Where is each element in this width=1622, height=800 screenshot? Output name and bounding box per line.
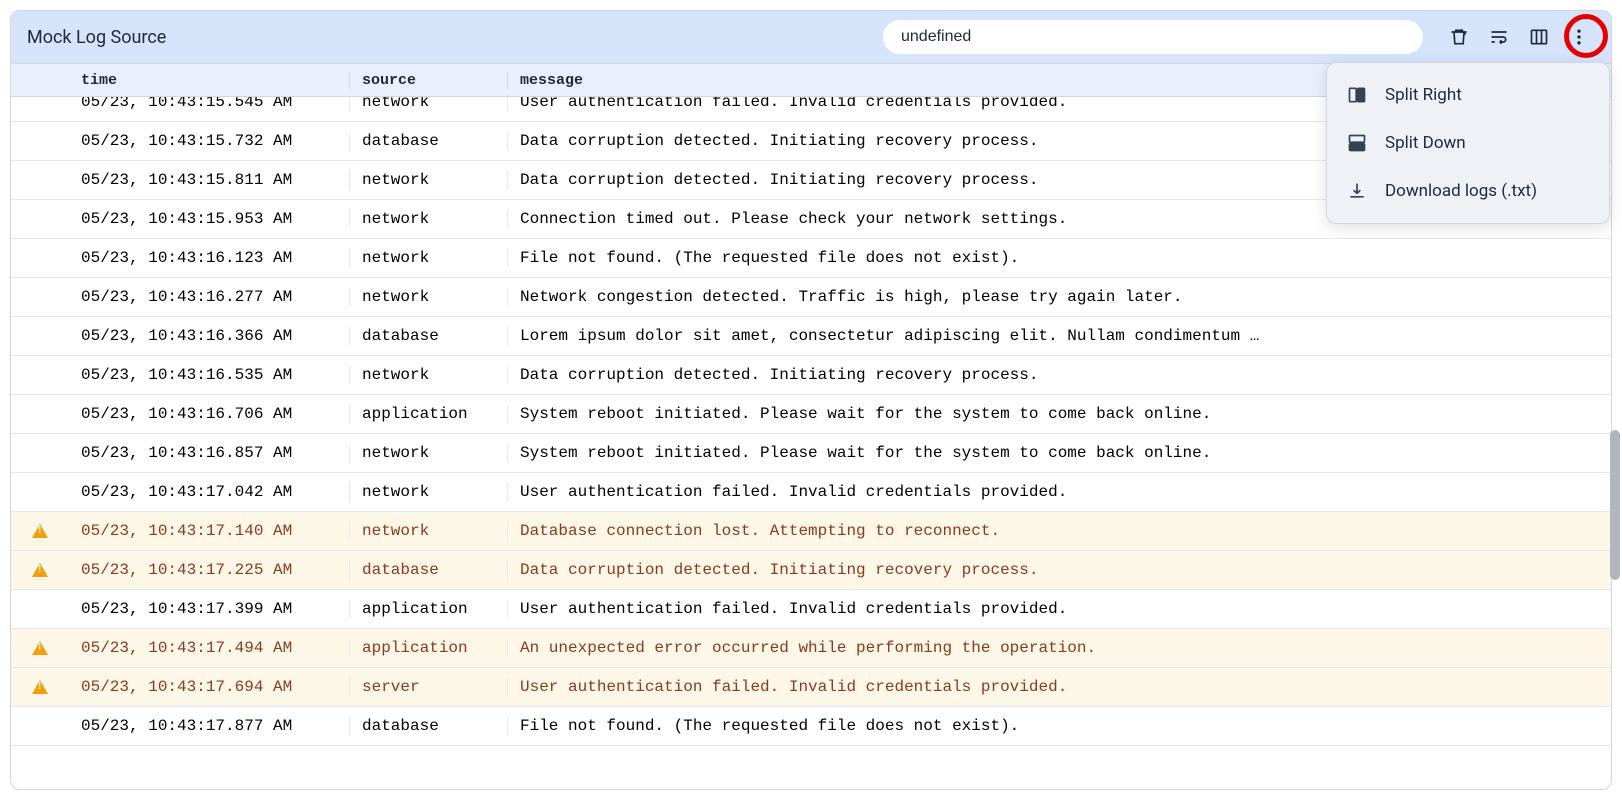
log-row[interactable]: 05/23, 10:43:17.494 AMapplicationAn unex… [11,629,1611,668]
row-source: network [349,210,507,228]
row-time: 05/23, 10:43:15.732 AM [69,132,349,150]
row-source: network [349,522,507,540]
row-source: database [349,327,507,345]
more-icon[interactable] [1563,21,1595,53]
row-time: 05/23, 10:43:17.877 AM [69,717,349,735]
row-message: User authentication failed. Invalid cred… [507,600,1611,618]
row-source: network [349,249,507,267]
row-message: Data corruption detected. Initiating rec… [507,366,1611,384]
menu-download[interactable]: Download logs (.txt) [1327,167,1609,215]
warning-icon [32,641,48,655]
row-source: application [349,405,507,423]
log-row[interactable]: 05/23, 10:43:17.140 AMnetworkDatabase co… [11,512,1611,551]
row-source: database [349,561,507,579]
row-time: 05/23, 10:43:17.494 AM [69,639,349,657]
row-source: network [349,483,507,501]
row-level-icon [11,641,69,655]
row-time: 05/23, 10:43:16.857 AM [69,444,349,462]
row-source: network [349,97,507,111]
warning-icon [32,563,48,577]
row-time: 05/23, 10:43:16.535 AM [69,366,349,384]
columns-icon[interactable] [1523,21,1555,53]
panel-title: Mock Log Source [27,27,166,48]
menu-download-label: Download logs (.txt) [1385,181,1537,201]
more-dropdown: Split Right Split Down Download logs (.t… [1326,62,1610,224]
row-time: 05/23, 10:43:16.277 AM [69,288,349,306]
toolbar [1443,21,1595,53]
log-row[interactable]: 05/23, 10:43:16.277 AMnetworkNetwork con… [11,278,1611,317]
row-time: 05/23, 10:43:17.399 AM [69,600,349,618]
log-row[interactable]: 05/23, 10:43:16.366 AMdatabaseLorem ipsu… [11,317,1611,356]
row-source: network [349,288,507,306]
menu-split-down-label: Split Down [1385,133,1466,153]
log-row[interactable]: 05/23, 10:43:17.399 AMapplicationUser au… [11,590,1611,629]
log-row[interactable]: 05/23, 10:43:17.877 AMdatabaseFile not f… [11,707,1611,746]
search-input[interactable] [883,20,1423,54]
row-source: network [349,366,507,384]
log-row[interactable]: 05/23, 10:43:16.123 AMnetworkFile not fo… [11,239,1611,278]
warning-icon [32,680,48,694]
row-source: application [349,639,507,657]
row-time: 05/23, 10:43:17.225 AM [69,561,349,579]
wrap-icon[interactable] [1483,21,1515,53]
row-message: User authentication failed. Invalid cred… [507,483,1611,501]
row-message: System reboot initiated. Please wait for… [507,405,1611,423]
row-source: network [349,171,507,189]
row-message: User authentication failed. Invalid cred… [507,678,1611,696]
row-message: An unexpected error occurred while perfo… [507,639,1611,657]
panel-header: Mock Log Source [11,11,1611,63]
row-time: 05/23, 10:43:17.694 AM [69,678,349,696]
row-message: File not found. (The requested file does… [507,249,1611,267]
row-time: 05/23, 10:43:17.042 AM [69,483,349,501]
row-time: 05/23, 10:43:16.366 AM [69,327,349,345]
log-row[interactable]: 05/23, 10:43:17.694 AMserverUser authent… [11,668,1611,707]
column-time[interactable]: time [69,72,349,89]
row-time: 05/23, 10:43:15.545 AM [69,97,349,111]
log-row[interactable]: 05/23, 10:43:16.706 AMapplicationSystem … [11,395,1611,434]
row-source: database [349,717,507,735]
row-time: 05/23, 10:43:16.706 AM [69,405,349,423]
row-message: Network congestion detected. Traffic is … [507,288,1611,306]
row-level-icon [11,680,69,694]
row-time: 05/23, 10:43:15.953 AM [69,210,349,228]
scrollbar-thumb[interactable] [1610,430,1620,580]
row-time: 05/23, 10:43:17.140 AM [69,522,349,540]
row-message: File not found. (The requested file does… [507,717,1611,735]
warning-icon [32,524,48,538]
row-source: database [349,132,507,150]
row-level-icon [11,563,69,577]
row-message: Database connection lost. Attempting to … [507,522,1611,540]
log-row[interactable]: 05/23, 10:43:16.535 AMnetworkData corrup… [11,356,1611,395]
row-time: 05/23, 10:43:16.123 AM [69,249,349,267]
log-row[interactable]: 05/23, 10:43:16.857 AMnetworkSystem rebo… [11,434,1611,473]
menu-split-right[interactable]: Split Right [1327,71,1609,119]
row-message: Lorem ipsum dolor sit amet, consectetur … [507,327,1611,345]
row-time: 05/23, 10:43:15.811 AM [69,171,349,189]
row-message: Data corruption detected. Initiating rec… [507,561,1611,579]
menu-split-right-label: Split Right [1385,85,1462,105]
clear-icon[interactable] [1443,21,1475,53]
row-source: server [349,678,507,696]
row-level-icon [11,524,69,538]
column-source[interactable]: source [349,72,507,89]
scrollbar[interactable] [1610,100,1620,750]
row-source: network [349,444,507,462]
row-message: System reboot initiated. Please wait for… [507,444,1611,462]
row-source: application [349,600,507,618]
log-row[interactable]: 05/23, 10:43:17.042 AMnetworkUser authen… [11,473,1611,512]
log-row[interactable]: 05/23, 10:43:17.225 AMdatabaseData corru… [11,551,1611,590]
menu-split-down[interactable]: Split Down [1327,119,1609,167]
